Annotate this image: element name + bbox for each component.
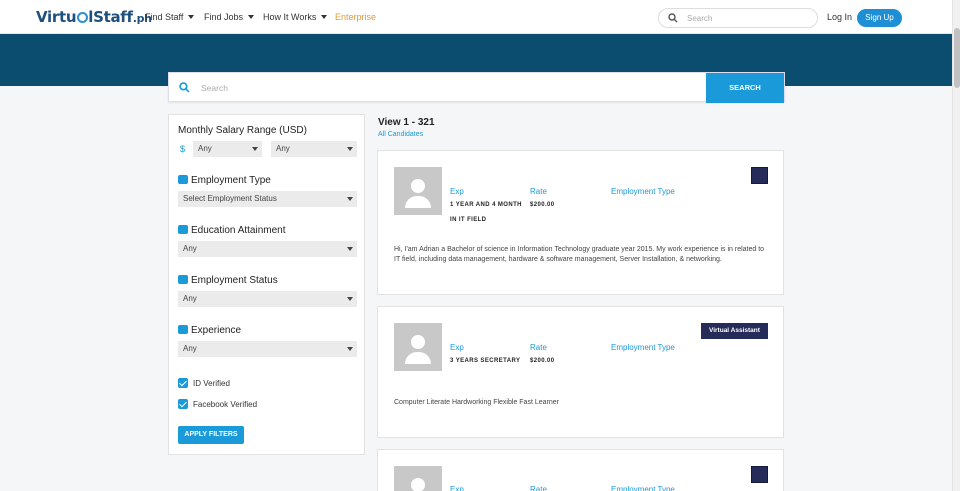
salary-range-title: Monthly Salary Range (USD) [178,125,307,136]
avatar [394,323,442,371]
exp-label: Exp [450,343,464,352]
id-verified-label: ID Verified [193,379,230,388]
chevron-down-icon [347,247,353,251]
exp-label: Exp [450,485,464,491]
candidate-description: Hi, I'am Adrian a Bachelor of science in… [394,246,765,263]
search-icon [179,82,190,93]
employment-type-label: Employment Type [611,187,675,196]
chevron-down-icon [347,147,353,151]
exp-value: 1 YEAR AND 4 MONTH [450,202,522,208]
currency-symbol: $ [180,144,186,154]
exp-value: 3 YEARS SECRETARY [450,358,521,364]
rate-label: Rate [530,187,547,196]
menu-find-staff[interactable]: Find Staff [145,12,195,22]
menu-find-jobs[interactable]: Find Jobs [204,12,255,22]
chevron-down-icon [188,15,195,19]
apply-filters-button[interactable]: APPLY FILTERS [178,426,244,444]
education-title: Education Attainment [178,225,286,236]
country-flag-icon [751,466,768,483]
briefcase-icon [178,275,188,284]
rate-value: $200.00 [530,202,555,208]
filter-panel: Monthly Salary Range (USD) $ Any Any Emp… [168,114,365,455]
facebook-verified-label: Facebook Verified [193,400,258,409]
rate-label: Rate [530,485,547,491]
briefcase-icon [178,175,188,184]
exp-value-cont: IN IT FIELD [450,217,487,223]
chevron-down-icon [321,15,328,19]
candidate-card[interactable]: Exp Rate Employment Type 1 YEAR AND 4 MO… [377,150,784,295]
employment-status-select[interactable]: Any [178,291,357,307]
avatar [394,466,442,491]
rate-value: $200.00 [530,358,555,364]
candidate-search-bar[interactable]: Search SEARCH [168,72,785,103]
page-scrollbar[interactable] [952,0,960,491]
employment-status-title: Employment Status [178,275,278,286]
rate-label: Rate [530,343,547,352]
nav-search-placeholder: Search [687,14,713,23]
menu-enterprise[interactable]: Enterprise [335,12,376,22]
signup-button[interactable]: Sign Up [857,9,902,27]
nav-search-input[interactable]: Search [658,8,818,28]
country-flag-icon [751,167,768,184]
employment-type-select[interactable]: Select Employment Status [178,191,357,207]
employment-type-label: Employment Type [611,485,675,491]
menu-how-it-works[interactable]: How It Works [263,12,328,22]
logo-ring-icon [76,12,88,23]
employment-type-title: Employment Type [178,175,271,186]
chevron-down-icon [347,347,353,351]
login-link[interactable]: Log In [827,12,852,22]
facebook-verified-checkbox[interactable] [178,399,188,409]
salary-min-select[interactable]: Any [193,141,262,157]
experience-title: Experience [178,325,241,336]
candidate-card[interactable]: Exp Rate Employment Type [377,449,784,491]
chevron-down-icon [248,15,255,19]
search-button[interactable]: SEARCH [706,73,784,103]
results-count: View 1 - 321 [378,117,435,128]
id-verified-checkbox[interactable] [178,378,188,388]
candidate-search-placeholder: Search [201,83,228,93]
education-select[interactable]: Any [178,241,357,257]
chevron-down-icon [347,297,353,301]
exp-label: Exp [450,187,464,196]
salary-max-select[interactable]: Any [271,141,357,157]
book-icon [178,225,188,234]
avatar [394,167,442,215]
scrollbar-thumb[interactable] [954,28,960,88]
candidate-card[interactable]: Exp Rate Employment Type 3 YEARS SECRETA… [377,306,784,438]
top-navbar: Virtu lStaff.ph Find Staff Find Jobs How … [0,0,952,34]
employment-type-label: Employment Type [611,343,675,352]
checkbox-icon [178,325,188,334]
employment-type-badge: Virtual Assistant [701,323,768,339]
all-candidates-link[interactable]: All Candidates [378,131,423,138]
chevron-down-icon [347,197,353,201]
chevron-down-icon [252,147,258,151]
candidate-description: Computer Literate Hardworking Flexible F… [394,399,559,406]
search-icon [668,13,678,23]
experience-select[interactable]: Any [178,341,357,357]
site-logo[interactable]: Virtu lStaff.ph [36,8,152,26]
